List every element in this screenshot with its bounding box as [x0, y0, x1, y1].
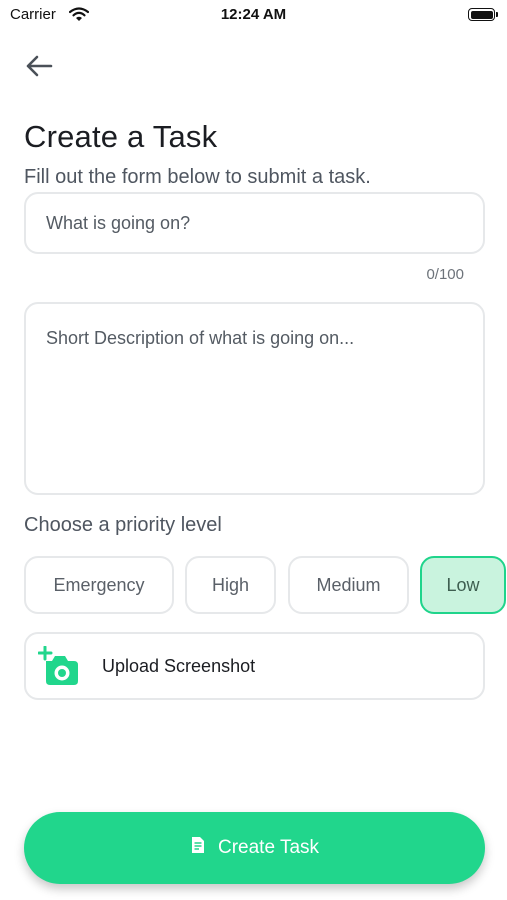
upload-screenshot-label: Upload Screenshot: [102, 656, 256, 676]
task-description-field: [24, 302, 485, 495]
arrow-left-icon: [26, 55, 53, 77]
battery-icon: [468, 8, 498, 21]
char-counter: 0/100: [426, 266, 464, 283]
task-title-field: [24, 192, 485, 254]
priority-high-chip[interactable]: High: [185, 556, 276, 614]
create-task-button[interactable]: Create Task: [24, 812, 485, 884]
add-camera-icon: [37, 645, 82, 693]
task-title-input[interactable]: [26, 194, 483, 252]
page-subtitle: Fill out the form below to submit a task…: [24, 166, 371, 188]
priority-label: Choose a priority level: [24, 514, 222, 536]
priority-low-chip[interactable]: Low: [420, 556, 506, 614]
back-button[interactable]: [22, 50, 56, 84]
upload-screenshot-button[interactable]: Upload Screenshot: [24, 632, 485, 700]
priority-medium-chip[interactable]: Medium: [288, 556, 409, 614]
status-time: 12:24 AM: [220, 6, 287, 23]
task-description-input[interactable]: [26, 304, 483, 493]
status-bar: Carrier 12:24 AM: [0, 0, 507, 30]
document-icon: [190, 836, 206, 860]
page-title: Create a Task: [24, 119, 218, 154]
priority-emergency-chip[interactable]: Emergency: [24, 556, 174, 614]
create-task-label: Create Task: [217, 837, 320, 858]
